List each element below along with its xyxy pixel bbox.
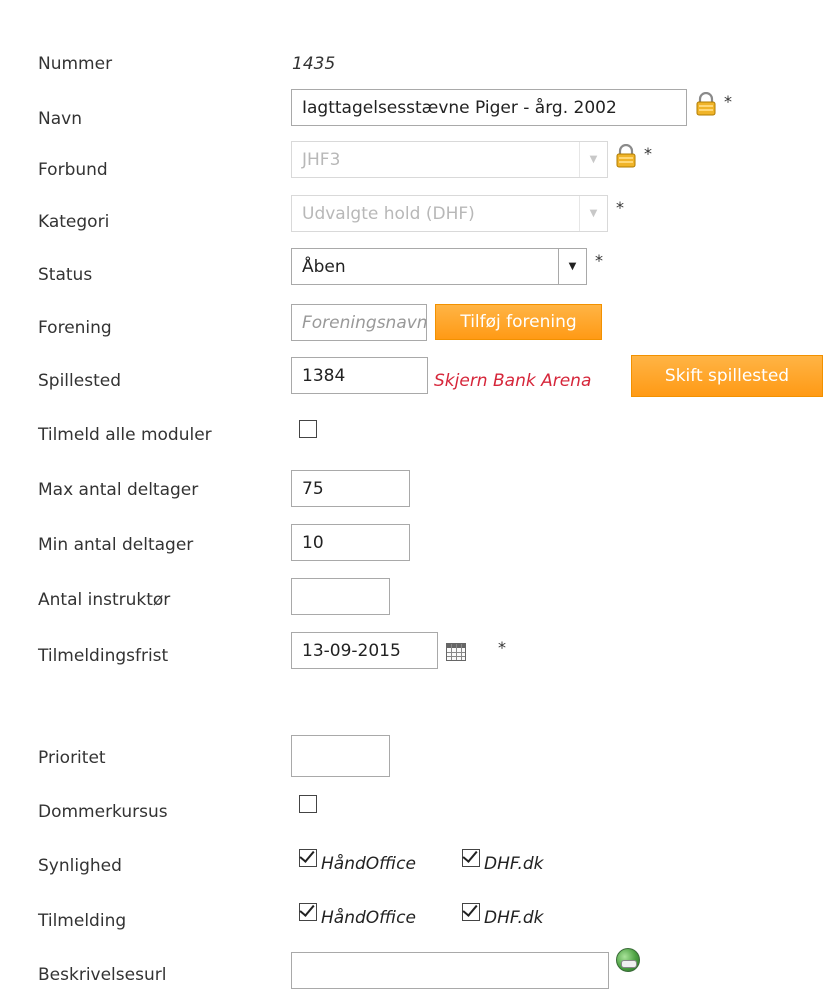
nummer-value: 1435 (292, 54, 336, 74)
kategori-select-value: Udvalgte hold (DHF) (302, 204, 475, 224)
label-navn: Navn (38, 109, 82, 129)
spillested-input[interactable]: 1384 (291, 357, 428, 394)
kategori-select: Udvalgte hold (DHF) ▼ (291, 195, 608, 232)
min-antal-input[interactable]: 10 (291, 524, 410, 561)
tilmeld-alle-moduler-checkbox[interactable] (299, 420, 317, 438)
calendar-icon[interactable] (446, 643, 466, 661)
label-spillested: Spillested (38, 371, 121, 391)
label-max-antal: Max antal deltager (38, 480, 199, 500)
synlighed-dhf-label: DHF.dk (484, 854, 544, 874)
beskrivelsesurl-input[interactable] (291, 952, 609, 989)
navn-required-mark: * (724, 92, 732, 111)
tilmelding-handoffice-checkbox[interactable] (299, 903, 317, 921)
chevron-down-icon[interactable]: ▼ (558, 249, 586, 284)
synlighed-handoffice-label: HåndOffice (321, 854, 416, 874)
label-synlighed: Synlighed (38, 856, 122, 876)
lock-icon (696, 92, 716, 116)
antal-instruktor-input[interactable] (291, 578, 390, 615)
skift-spillested-button[interactable]: Skift spillested (631, 355, 823, 397)
status-select-value: Åben (302, 257, 346, 277)
label-kategori: Kategori (38, 212, 110, 232)
forening-input[interactable]: Foreningsnavn (291, 304, 427, 341)
tilmeldingsfrist-required-mark: * (498, 638, 506, 657)
tilfoj-forening-button[interactable]: Tilføj forening (435, 304, 602, 340)
tilmelding-handoffice-label: HåndOffice (321, 908, 416, 928)
forbund-select: JHF3 ▼ (291, 141, 608, 178)
forening-placeholder: Foreningsnavn (302, 313, 427, 333)
label-beskrivelsesurl: Beskrivelsesurl (38, 965, 167, 985)
label-nummer: Nummer (38, 54, 113, 74)
label-tilmeldingsfrist: Tilmeldingsfrist (38, 646, 169, 666)
chevron-down-icon: ▼ (579, 142, 607, 177)
lock-icon (616, 144, 636, 168)
navn-input[interactable]: Iagttagelsesstævne Piger - årg. 2002 (291, 89, 687, 126)
venue-name-link[interactable]: Skjern Bank Arena (434, 371, 591, 391)
max-antal-input[interactable]: 75 (291, 470, 410, 507)
globe-link-icon[interactable] (616, 948, 640, 972)
status-required-mark: * (595, 251, 603, 270)
synlighed-handoffice-checkbox[interactable] (299, 849, 317, 867)
label-antal-instruktor: Antal instruktør (38, 590, 171, 610)
prioritet-input[interactable] (291, 735, 390, 777)
label-min-antal: Min antal deltager (38, 535, 194, 555)
label-prioritet: Prioritet (38, 748, 106, 768)
dommerkursus-checkbox[interactable] (299, 795, 317, 813)
label-forbund: Forbund (38, 160, 108, 180)
label-status: Status (38, 265, 93, 285)
label-dommerkursus: Dommerkursus (38, 802, 168, 822)
tilmelding-dhf-checkbox[interactable] (462, 903, 480, 921)
forbund-required-mark: * (644, 144, 652, 163)
forbund-select-value: JHF3 (302, 150, 341, 170)
chevron-down-icon: ▼ (579, 196, 607, 231)
label-forening: Forening (38, 318, 112, 338)
tilmelding-dhf-label: DHF.dk (484, 908, 544, 928)
kategori-required-mark: * (616, 198, 624, 217)
synlighed-dhf-checkbox[interactable] (462, 849, 480, 867)
event-form: Nummer 1435 Navn Iagttagelsesstævne Pige… (10, 10, 823, 1001)
tilmeldingsfrist-input[interactable]: 13-09-2015 (291, 632, 438, 669)
status-select[interactable]: Åben ▼ (291, 248, 587, 285)
label-tilmelding: Tilmelding (38, 911, 127, 931)
label-tilmeld-alle-moduler: Tilmeld alle moduler (38, 425, 212, 445)
